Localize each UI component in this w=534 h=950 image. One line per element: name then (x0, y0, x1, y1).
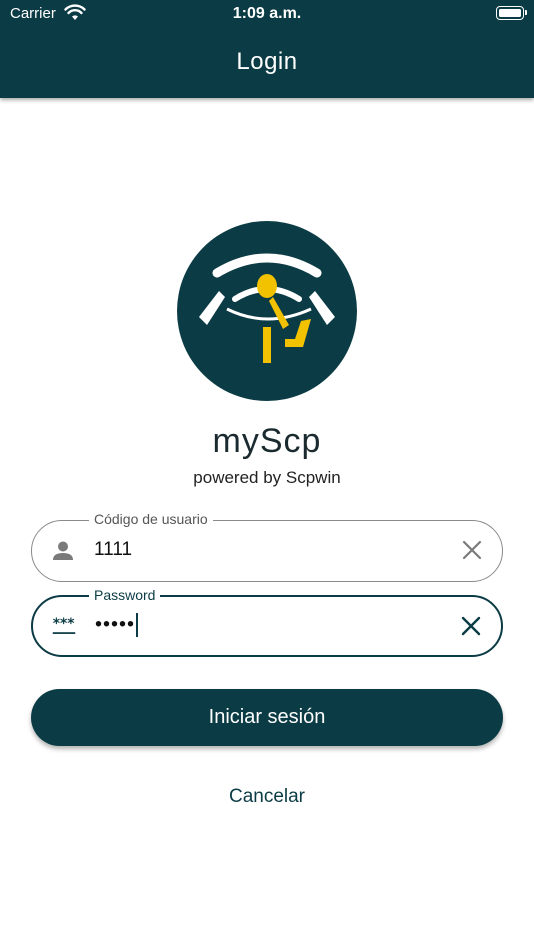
password-input[interactable]: ••••• (95, 613, 139, 637)
clear-username-icon[interactable] (462, 540, 482, 560)
username-field[interactable]: Código de usuario 1111 (31, 509, 503, 582)
login-button[interactable]: Iniciar sesión (31, 689, 503, 746)
cancel-link[interactable]: Cancelar (0, 786, 534, 808)
person-icon (53, 541, 73, 560)
password-label: Password (89, 585, 161, 605)
app-header: Carrier 1:09 a.m. Login (0, 0, 534, 98)
status-bar: Carrier 1:09 a.m. (0, 0, 534, 28)
powered-by-label: powered by Scpwin (193, 468, 341, 487)
password-icon: *** (52, 616, 76, 634)
password-field[interactable]: Password *** ••••• (31, 585, 503, 657)
username-label: Código de usuario (89, 509, 213, 529)
page-title: Login (236, 48, 298, 75)
app-logo (177, 221, 357, 401)
eye-logo-icon (199, 253, 335, 363)
app-name: myScp (212, 422, 322, 460)
text-caret (136, 613, 139, 637)
username-input[interactable]: 1111 (94, 539, 132, 561)
battery-icon (496, 6, 527, 20)
password-dots: ••••• (95, 613, 136, 636)
svg-text:***: *** (53, 616, 75, 632)
clear-password-icon[interactable] (461, 616, 481, 636)
status-time: 1:09 a.m. (232, 5, 302, 22)
